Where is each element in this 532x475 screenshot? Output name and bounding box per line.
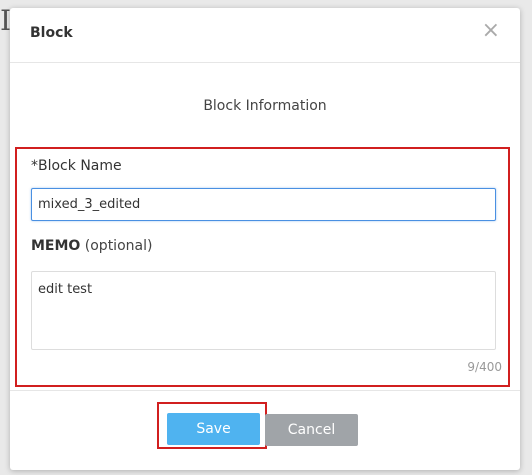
block-form: *Block Name MEMO (optional) edit test 9/…: [15, 147, 510, 387]
close-icon[interactable]: ×: [482, 20, 500, 42]
block-name-input[interactable]: [31, 188, 496, 221]
memo-label-text: MEMO: [31, 238, 81, 254]
memo-char-counter: 9/400: [467, 360, 502, 374]
section-title: Block Information: [203, 98, 327, 114]
modal-title: Block: [30, 25, 73, 41]
footer-divider: [10, 390, 520, 391]
block-name-label: *Block Name: [31, 158, 122, 174]
modal-header: Block ×: [10, 8, 520, 63]
save-button[interactable]: Save: [167, 413, 260, 445]
block-name-label-text: *Block Name: [31, 158, 122, 174]
memo-optional-text: (optional): [84, 238, 153, 254]
block-modal: Block × Block Information *Block Name ME…: [10, 8, 520, 470]
memo-label: MEMO (optional): [31, 238, 152, 254]
memo-textarea[interactable]: edit test: [31, 271, 496, 350]
cancel-button[interactable]: Cancel: [265, 414, 358, 446]
